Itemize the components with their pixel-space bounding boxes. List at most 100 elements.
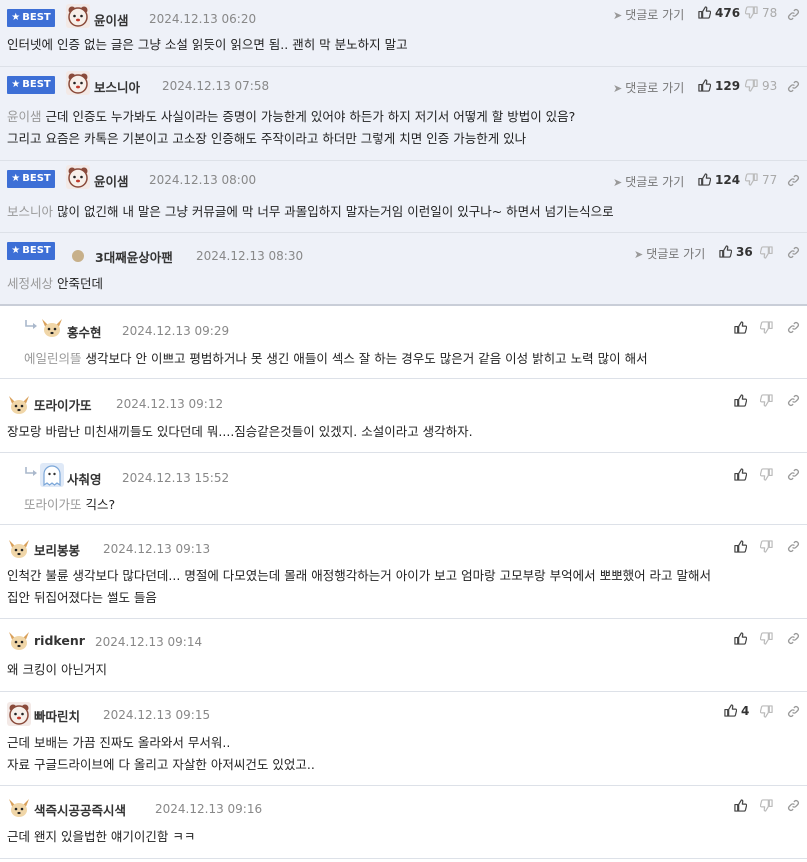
nickname[interactable]: 색즉시공공즉시색 [34,800,126,819]
comment-body: 세정세상 안죽던데 [7,276,104,291]
reply-icon: ➤ [613,176,623,189]
link-icon[interactable] [786,704,800,718]
comment-body: 에일린의뜰 생각보다 안 이쁘고 평범하거나 못 생긴 애들이 섹스 잘 하는 경… [24,351,648,366]
nickname[interactable]: 사춰영 [67,469,102,488]
mention[interactable]: 에일린의뜰 [24,351,82,366]
nickname[interactable]: 빠따린치 [34,706,80,725]
thumbs-up-icon [698,6,711,19]
nickname[interactable]: ridkenr [34,633,85,648]
reply-link[interactable]: ➤ 댓글로 가기 [613,6,684,23]
link-icon[interactable] [786,467,800,481]
like-button[interactable] [733,467,747,481]
nickname[interactable]: 보리봉봉 [34,540,80,559]
thumbs-up-icon [724,704,737,717]
like-button[interactable]: 476 [698,6,740,20]
thumbs-down-icon [760,468,773,481]
dislike-button[interactable] [759,631,773,645]
thumbs-up-icon [698,79,711,92]
comment-date: 2024.12.13 09:16 [155,802,263,816]
thumbs-down-icon [760,799,773,812]
dislike-button[interactable] [759,539,773,553]
comment-item: 홍수현 2024.12.13 09:29 에일린의뜰 생각보다 안 이쁘고 평범하… [0,306,807,379]
reply-icon: ➤ [613,9,623,22]
comment-date: 2024.12.13 09:14 [95,635,203,649]
like-button[interactable]: 36 [719,245,753,259]
thumbs-down-icon [760,540,773,553]
comment-body: 또라이가또 긱스? [24,497,116,512]
like-button[interactable] [733,320,747,334]
comment-date: 2024.12.13 08:00 [149,173,257,187]
link-icon[interactable] [786,539,800,553]
avatar[interactable] [66,71,90,95]
comment-body: 윤이샘 근데 인증도 누가봐도 사실이라는 증명이 가능한게 있어야 하든가 하지… [7,109,576,146]
link-icon[interactable] [786,245,800,259]
like-button[interactable] [733,631,747,645]
comment-item: ★ BEST 윤이샘 2024.12.13 08:00 ➤ 댓글로 가기 124 7… [0,161,807,233]
like-button[interactable]: 129 [698,79,740,93]
link-icon[interactable] [786,798,800,812]
thumbs-down-icon [760,394,773,407]
comment-item: 사춰영 2024.12.13 15:52 또라이가또 긱스? [0,453,807,525]
avatar[interactable] [40,316,64,340]
comment-date: 2024.12.13 15:52 [122,471,230,485]
mention[interactable]: 세정세상 [7,276,53,291]
dislike-button[interactable]: 78 [745,6,777,20]
link-icon[interactable] [786,79,800,93]
comment-body: 근데 왠지 있을법한 얘기이긴함 ㅋㅋ [7,829,196,844]
reply-link[interactable]: ➤ 댓글로 가기 [613,79,684,96]
best-badge: ★ BEST [7,76,55,94]
dislike-button[interactable] [759,798,773,812]
like-button[interactable]: 124 [698,173,740,187]
best-badge: ★ BEST [7,9,55,27]
dislike-button[interactable]: 77 [745,173,777,187]
nickname[interactable]: 3대째윤상아팬 [95,247,173,266]
avatar[interactable] [72,250,84,262]
link-icon[interactable] [786,320,800,334]
thumbs-up-icon [734,632,747,645]
nickname[interactable]: 보스니아 [94,77,140,96]
avatar[interactable] [7,702,31,726]
comment-item: 보리봉봉 2024.12.13 09:13 인척간 불륜 생각보다 많다던데..… [0,525,807,619]
avatar[interactable] [7,796,31,820]
thumbs-up-icon [734,468,747,481]
comment-date: 2024.12.13 09:29 [122,324,230,338]
mention[interactable]: 보스니아 [7,204,53,219]
like-button[interactable] [733,393,747,407]
avatar[interactable] [66,4,90,28]
avatar[interactable] [7,393,31,417]
thumbs-up-icon [719,245,732,258]
dislike-button[interactable] [759,320,773,334]
nickname[interactable]: 또라이가또 [34,395,92,414]
mention[interactable]: 또라이가또 [24,497,82,512]
avatar[interactable] [7,629,31,653]
dislike-button[interactable] [759,393,773,407]
comment-body: 왜 크킹이 아닌거지 [7,662,107,677]
mention[interactable]: 윤이샘 [7,109,42,124]
nickname[interactable]: 홍수현 [67,322,102,341]
avatar[interactable] [7,537,31,561]
reply-icon: ➤ [613,82,623,95]
dislike-button[interactable] [759,467,773,481]
dislike-button[interactable] [759,704,773,718]
link-icon[interactable] [786,173,800,187]
nickname[interactable]: 윤이샘 [94,10,129,29]
like-button[interactable] [733,539,747,553]
thumbs-down-icon [760,321,773,334]
dislike-button[interactable]: 93 [745,79,777,93]
thumbs-up-icon [734,540,747,553]
like-button[interactable]: 4 [724,704,749,718]
dislike-button[interactable] [759,245,773,259]
link-icon[interactable] [786,7,800,21]
like-button[interactable] [733,798,747,812]
reply-link[interactable]: ➤ 댓글로 가기 [634,245,705,262]
link-icon[interactable] [786,631,800,645]
comment-date: 2024.12.13 08:30 [196,249,304,263]
comment-body: 인척간 불륜 생각보다 많다던데... 명절에 다모였는데 몰래 애정행각하는거… [7,568,712,605]
link-icon[interactable] [786,393,800,407]
avatar[interactable] [40,463,64,487]
reply-link[interactable]: ➤ 댓글로 가기 [613,173,684,190]
comment-date: 2024.12.13 06:20 [149,12,257,26]
comment-item: ridkenr 2024.12.13 09:14 왜 크킹이 아닌거지 [0,619,807,692]
avatar[interactable] [66,165,90,189]
nickname[interactable]: 윤이샘 [94,171,129,190]
